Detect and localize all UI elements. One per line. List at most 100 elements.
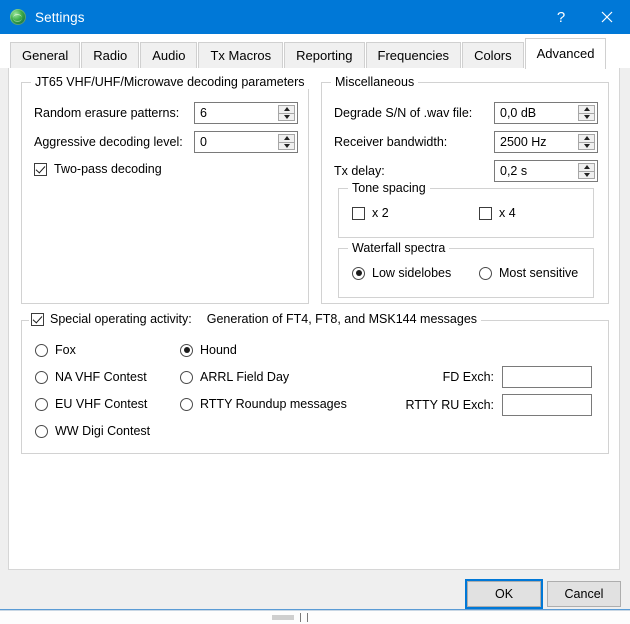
spin-down-icon[interactable] bbox=[578, 142, 595, 151]
radio-icon[interactable] bbox=[35, 344, 48, 357]
special-activity-checkbox-label: Special operating activity: bbox=[50, 312, 192, 326]
degrade-snr-label: Degrade S/N of .wav file: bbox=[334, 106, 472, 120]
tone-spacing-x2-label: x 2 bbox=[372, 206, 389, 220]
spin-down-icon[interactable] bbox=[278, 142, 295, 151]
random-erasure-spin-arrows[interactable] bbox=[278, 105, 295, 121]
radio-icon[interactable] bbox=[479, 267, 492, 280]
spin-up-icon[interactable] bbox=[578, 105, 595, 113]
tone-spacing-group-title: Tone spacing bbox=[348, 181, 430, 195]
aggressive-decoding-value[interactable]: 0 bbox=[195, 132, 278, 152]
tx-delay-spin-arrows[interactable] bbox=[578, 163, 595, 179]
radio-icon[interactable] bbox=[352, 267, 365, 280]
receiver-bandwidth-value[interactable]: 2500 Hz bbox=[495, 132, 578, 152]
special-radio-rtty-roundup-messages[interactable]: RTTY Roundup messages bbox=[180, 397, 347, 411]
tone-spacing-x4-checkbox[interactable]: x 4 bbox=[479, 206, 516, 220]
miscellaneous-group-title: Miscellaneous bbox=[331, 75, 418, 89]
spin-down-icon[interactable] bbox=[578, 113, 595, 122]
random-erasure-value[interactable]: 6 bbox=[195, 103, 278, 123]
spin-up-icon[interactable] bbox=[278, 105, 295, 113]
tone-spacing-x2-checkbox[interactable]: x 2 bbox=[352, 206, 389, 220]
cancel-button[interactable]: Cancel bbox=[547, 581, 621, 607]
sliver-bar-left bbox=[300, 613, 301, 622]
waterfall-most-sensitive-radio[interactable]: Most sensitive bbox=[479, 266, 578, 280]
degrade-snr-spinner[interactable]: 0,0 dB bbox=[494, 102, 598, 124]
tone-spacing-group: Tone spacing x 2 x 4 bbox=[338, 188, 594, 238]
waterfall-most-sensitive-label: Most sensitive bbox=[499, 266, 578, 280]
special-radio-ww-digi-contest[interactable]: WW Digi Contest bbox=[35, 424, 150, 438]
help-button[interactable]: ? bbox=[538, 0, 584, 34]
tab-radio[interactable]: Radio bbox=[81, 42, 139, 69]
radio-icon[interactable] bbox=[35, 371, 48, 384]
tab-tx-macros[interactable]: Tx Macros bbox=[198, 42, 283, 69]
tab-reporting[interactable]: Reporting bbox=[284, 42, 364, 69]
special-radio-label: Hound bbox=[200, 343, 237, 357]
radio-icon[interactable] bbox=[35, 425, 48, 438]
checkbox-icon[interactable] bbox=[31, 313, 44, 326]
special-radio-label: RTTY Roundup messages bbox=[200, 397, 347, 411]
special-radio-hound[interactable]: Hound bbox=[180, 343, 237, 357]
special-radio-arrl-field-day[interactable]: ARRL Field Day bbox=[180, 370, 289, 384]
radio-icon[interactable] bbox=[180, 371, 193, 384]
checkbox-icon[interactable] bbox=[34, 163, 47, 176]
jt65-group: JT65 VHF/UHF/Microwave decoding paramete… bbox=[21, 82, 309, 304]
aggressive-decoding-label: Aggressive decoding level: bbox=[34, 135, 183, 149]
special-radio-label: ARRL Field Day bbox=[200, 370, 289, 384]
spin-down-icon[interactable] bbox=[578, 171, 595, 180]
radio-icon[interactable] bbox=[180, 344, 193, 357]
tab-colors[interactable]: Colors bbox=[462, 42, 524, 69]
receiver-bandwidth-label: Receiver bandwidth: bbox=[334, 135, 447, 149]
fd-exch-input[interactable] bbox=[502, 366, 592, 388]
globe-icon bbox=[10, 9, 26, 25]
spin-up-icon[interactable] bbox=[578, 163, 595, 171]
bandwidth-spin-arrows[interactable] bbox=[578, 134, 595, 150]
rtty-ru-exch-label: RTTY RU Exch: bbox=[402, 398, 494, 412]
tab-frequencies[interactable]: Frequencies bbox=[366, 42, 462, 69]
rtty-ru-exch-input[interactable] bbox=[502, 394, 592, 416]
random-erasure-spinner[interactable]: 6 bbox=[194, 102, 298, 124]
window-title: Settings bbox=[35, 10, 85, 25]
special-radio-na-vhf-contest[interactable]: NA VHF Contest bbox=[35, 370, 147, 384]
degrade-spin-arrows[interactable] bbox=[578, 105, 595, 121]
title-bar: Settings ? bbox=[0, 0, 630, 34]
spin-up-icon[interactable] bbox=[578, 134, 595, 142]
sliver-bar-right bbox=[307, 613, 308, 622]
tab-bar: GeneralRadioAudioTx MacrosReportingFrequ… bbox=[0, 34, 630, 68]
special-radio-label: NA VHF Contest bbox=[55, 370, 147, 384]
radio-icon[interactable] bbox=[35, 398, 48, 411]
tx-delay-spinner[interactable]: 0,2 s bbox=[494, 160, 598, 182]
random-erasure-label: Random erasure patterns: bbox=[34, 106, 179, 120]
tab-advanced[interactable]: Advanced bbox=[525, 38, 607, 69]
advanced-tab-panel: JT65 VHF/UHF/Microwave decoding paramete… bbox=[8, 68, 620, 570]
two-pass-decoding-checkbox[interactable]: Two-pass decoding bbox=[34, 162, 162, 176]
tab-general[interactable]: General bbox=[10, 42, 80, 69]
degrade-snr-value[interactable]: 0,0 dB bbox=[495, 103, 578, 123]
special-radio-eu-vhf-contest[interactable]: EU VHF Contest bbox=[35, 397, 147, 411]
special-activity-description: Generation of FT4, FT8, and MSK144 messa… bbox=[207, 312, 477, 326]
window-controls: ? bbox=[538, 0, 630, 34]
special-radio-label: WW Digi Contest bbox=[55, 424, 150, 438]
aggressive-decoding-spinner[interactable]: 0 bbox=[194, 131, 298, 153]
receiver-bandwidth-spinner[interactable]: 2500 Hz bbox=[494, 131, 598, 153]
aggressive-spin-arrows[interactable] bbox=[278, 134, 295, 150]
two-pass-decoding-label: Two-pass decoding bbox=[54, 162, 162, 176]
tab-audio[interactable]: Audio bbox=[140, 42, 197, 69]
tx-delay-value[interactable]: 0,2 s bbox=[495, 161, 578, 181]
special-radio-fox[interactable]: Fox bbox=[35, 343, 76, 357]
sliver-control bbox=[272, 615, 294, 620]
radio-icon[interactable] bbox=[180, 398, 193, 411]
close-icon[interactable] bbox=[584, 0, 630, 34]
checkbox-icon[interactable] bbox=[479, 207, 492, 220]
special-radio-label: EU VHF Contest bbox=[55, 397, 147, 411]
spin-down-icon[interactable] bbox=[278, 113, 295, 122]
sliver-window-body bbox=[0, 610, 630, 624]
ok-button[interactable]: OK bbox=[467, 581, 541, 607]
waterfall-low-sidelobes-radio[interactable]: Low sidelobes bbox=[352, 266, 451, 280]
special-radio-label: Fox bbox=[55, 343, 76, 357]
waterfall-spectra-group-title: Waterfall spectra bbox=[348, 241, 449, 255]
waterfall-spectra-group: Waterfall spectra Low sidelobes Most sen… bbox=[338, 248, 594, 298]
background-window-sliver bbox=[0, 609, 630, 623]
special-operating-activity-group: Special operating activity: Generation o… bbox=[21, 320, 609, 454]
checkbox-icon[interactable] bbox=[352, 207, 365, 220]
fd-exch-label: FD Exch: bbox=[402, 370, 494, 384]
spin-up-icon[interactable] bbox=[278, 134, 295, 142]
